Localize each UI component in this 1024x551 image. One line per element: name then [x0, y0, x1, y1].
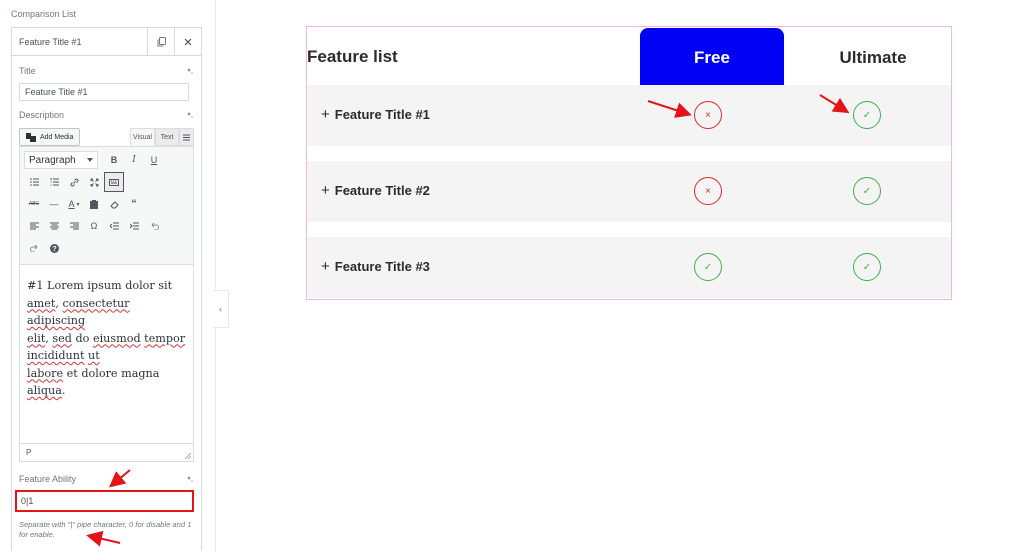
arrow-free-row1	[647, 100, 692, 118]
arrow-ultimate-row1	[819, 94, 850, 114]
annotation-arrows	[86, 94, 850, 547]
arrow-ability-input	[108, 469, 131, 488]
arrow-ability-help	[86, 530, 121, 547]
